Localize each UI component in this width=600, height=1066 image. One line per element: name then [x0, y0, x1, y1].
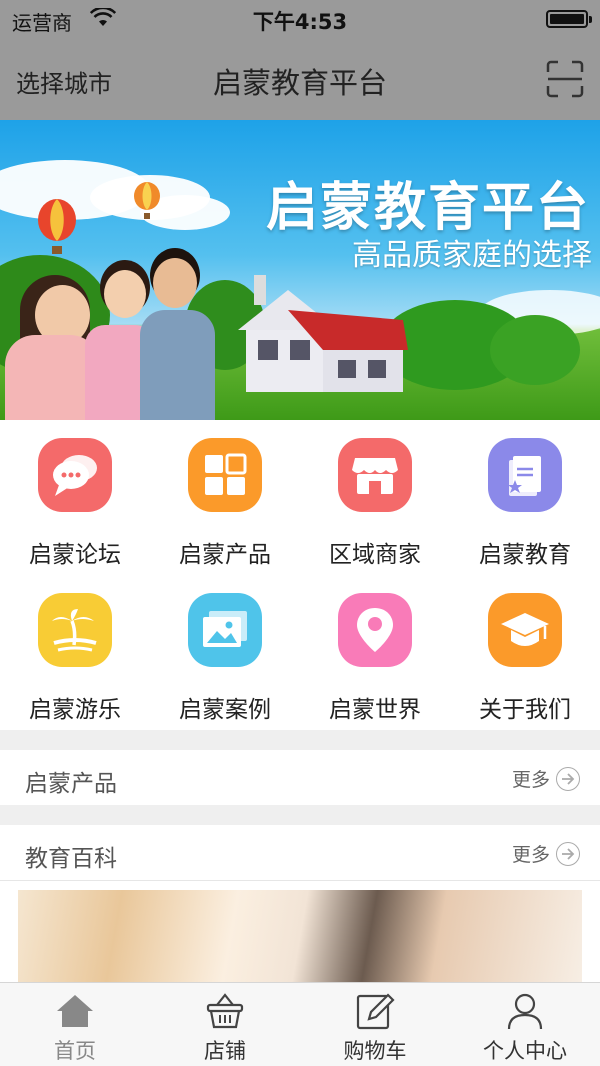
basket-icon — [206, 993, 244, 1029]
store-icon — [338, 438, 412, 512]
tab-store[interactable]: 店铺 — [150, 983, 300, 1066]
chat-bubbles-icon — [38, 438, 112, 512]
grid-item-amusement[interactable]: 启蒙游乐 — [0, 575, 150, 730]
book-star-icon — [488, 438, 562, 512]
header: 运营商 下午4:53 选择城市 启蒙教育平台 — [0, 0, 600, 120]
home-icon — [57, 995, 93, 1027]
grid-item-label: 启蒙案例 — [179, 697, 271, 723]
page-title: 启蒙教育平台 — [212, 66, 387, 100]
tab-home[interactable]: 首页 — [0, 983, 150, 1066]
graduation-cap-icon — [488, 593, 562, 667]
grid-item-about-us[interactable]: 关于我们 — [450, 575, 600, 730]
arrow-right-circle-icon — [556, 766, 580, 791]
tab-label: 首页 — [54, 1039, 96, 1063]
house-illustration — [238, 275, 408, 392]
section-title: 启蒙产品 — [25, 771, 117, 797]
tab-bar: 首页 店铺 购物车 个人中心 — [0, 982, 600, 1066]
article-image[interactable] — [18, 890, 582, 982]
person-icon — [507, 993, 543, 1030]
more-link[interactable]: 更多 — [512, 765, 580, 792]
grid-item-world[interactable]: 启蒙世界 — [300, 575, 450, 730]
banner-title: 启蒙教育平台 — [265, 178, 590, 238]
battery-icon — [546, 10, 592, 28]
grid-item-forum[interactable]: 启蒙论坛 — [0, 420, 150, 575]
arrow-right-circle-icon — [556, 841, 580, 866]
nav-bar: 选择城市 启蒙教育平台 — [0, 40, 600, 120]
tab-cart[interactable]: 购物车 — [300, 983, 450, 1066]
grid-item-label: 区域商家 — [329, 542, 421, 568]
palm-island-icon — [38, 593, 112, 667]
tab-label: 购物车 — [343, 1039, 407, 1063]
tab-label: 店铺 — [204, 1039, 246, 1063]
more-label: 更多 — [511, 844, 550, 866]
more-label: 更多 — [511, 769, 550, 791]
grid-item-products[interactable]: 启蒙产品 — [150, 420, 300, 575]
grid-item-label: 启蒙产品 — [179, 542, 271, 568]
section-title: 教育百科 — [25, 846, 117, 872]
section-products[interactable]: 启蒙产品 更多 — [0, 750, 600, 805]
clock: 下午4:53 — [252, 10, 348, 34]
location-pin-icon — [338, 593, 412, 667]
grid-item-cases[interactable]: 启蒙案例 — [150, 575, 300, 730]
grid-item-label: 关于我们 — [479, 697, 571, 723]
edit-icon — [356, 993, 395, 1030]
tab-label: 个人中心 — [483, 1039, 567, 1063]
balloon-icon — [134, 182, 160, 219]
grid-squares-icon — [188, 438, 262, 512]
grid-item-label: 启蒙教育 — [479, 542, 571, 568]
grid-item-label: 启蒙论坛 — [29, 542, 121, 568]
picture-icon — [188, 593, 262, 667]
promo-banner[interactable]: 启蒙教育平台 高品质家庭的选择 — [0, 120, 600, 420]
grid-item-merchants[interactable]: 区域商家 — [300, 420, 450, 575]
category-grid: 启蒙论坛 启蒙产品 区域商家 启蒙教育 启蒙游乐 启蒙案例 启蒙世界 关于我们 — [0, 420, 600, 730]
banner-subtitle: 高品质家庭的选择 — [352, 238, 592, 273]
more-link[interactable]: 更多 — [512, 840, 580, 867]
family-photo — [0, 240, 215, 420]
scan-icon[interactable] — [546, 60, 584, 98]
grid-item-education[interactable]: 启蒙教育 — [450, 420, 600, 575]
tab-profile[interactable]: 个人中心 — [450, 983, 600, 1066]
grid-item-label: 启蒙世界 — [329, 697, 421, 723]
grid-item-label: 启蒙游乐 — [29, 697, 121, 723]
status-bar: 运营商 下午4:53 — [0, 0, 600, 40]
